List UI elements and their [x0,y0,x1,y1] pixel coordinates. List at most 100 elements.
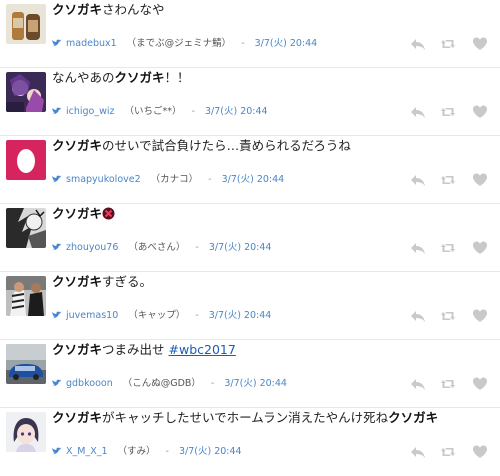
tweet-meta: juvemas10 （キャップ） -3/7(火) 20:44 [52,310,400,322]
favorite-heart-icon[interactable] [472,172,488,188]
tweet-text: クソガキがキャッチしたせいでホームラン消えたやんけ死ねクソガキ [52,410,439,425]
tweet-actions [408,104,492,120]
twitter-bird-icon [52,447,62,455]
tweet-text: クソガキすぎる。 [52,274,153,289]
tweet-item: クソガキがキャッチしたせいでホームラン消えたやんけ死ねクソガキ X_M_X_1 （… [0,408,500,476]
reply-icon[interactable] [410,172,426,188]
tweet-meta: smapyukolove2 （カナコ） -3/7(火) 20:44 [52,174,400,186]
favorite-heart-icon[interactable] [472,376,488,392]
tweet-feed: クソガキさわんなや madebux1 （までぶ@ジェミナ鯖） -3/7(火) 20:… [0,0,500,476]
retweet-icon[interactable] [440,172,456,188]
username-link[interactable]: zhouyou76 [66,242,118,253]
username-link[interactable]: gdbkooon [66,378,113,389]
reply-icon[interactable] [410,240,426,256]
separator: - [210,378,215,389]
avatar[interactable] [6,140,46,180]
timestamp-link[interactable]: 3/7(火) 20:44 [209,310,272,321]
username-link[interactable]: X_M_X_1 [66,446,108,457]
twitter-bird-icon [52,175,62,183]
retweet-icon[interactable] [440,376,456,392]
username-link[interactable]: ichigo_wiz [66,106,115,117]
tweet-meta: gdbkooon （こんぬ@GDB） -3/7(火) 20:44 [52,378,400,390]
avatar[interactable] [6,344,46,384]
avatar[interactable] [6,4,46,44]
cross-mark-icon [102,207,115,220]
nickname: （こんぬ@GDB） [122,378,201,389]
tweet-actions [408,240,492,256]
tweet-meta: zhouyou76 （あべさん） -3/7(火) 20:44 [52,242,400,254]
reply-icon[interactable] [410,36,426,52]
timestamp-link[interactable]: 3/7(火) 20:44 [255,38,318,49]
favorite-heart-icon[interactable] [472,36,488,52]
retweet-icon[interactable] [440,444,456,460]
tweet-text: クソガキさわんなや [52,2,165,17]
nickname: （すみ） [117,446,156,457]
avatar[interactable] [6,276,46,316]
nickname: （カナコ） [150,174,199,185]
timestamp-link[interactable]: 3/7(火) 20:44 [222,174,285,185]
hashtag-link[interactable]: #wbc2017 [169,342,236,357]
twitter-bird-icon [52,311,62,319]
timestamp-link[interactable]: 3/7(火) 20:44 [205,106,268,117]
tweet-item: クソガキさわんなや madebux1 （までぶ@ジェミナ鯖） -3/7(火) 20:… [0,0,500,68]
nickname: （いちご**） [124,106,182,117]
keyword: クソガキ [52,206,103,221]
timestamp-link[interactable]: 3/7(火) 20:44 [179,446,242,457]
separator: - [208,174,212,185]
reply-icon[interactable] [410,104,426,120]
tweet-actions [408,444,492,460]
nickname: （あべさん） [128,242,186,253]
favorite-heart-icon[interactable] [472,308,488,324]
username-link[interactable]: madebux1 [66,38,117,49]
tweet-actions [408,36,492,52]
timestamp-link[interactable]: 3/7(火) 20:44 [209,242,272,253]
retweet-icon[interactable] [440,308,456,324]
keyword: クソガキ [52,410,103,425]
keyword: クソガキ [52,274,103,289]
favorite-heart-icon[interactable] [472,444,488,460]
separator: - [195,310,199,321]
tweet-text: クソガキ [52,206,492,222]
tweet-actions [408,376,492,392]
tweet-text: クソガキのせいで試合負けたら…責められるだろうね [52,138,351,153]
timestamp-link[interactable]: 3/7(火) 20:44 [224,378,287,389]
tweet-actions [408,172,492,188]
favorite-heart-icon[interactable] [472,240,488,256]
retweet-icon[interactable] [440,240,456,256]
tweet-text: なんやあのクソガキ！！ [52,70,190,85]
twitter-bird-icon [52,243,62,251]
favorite-heart-icon[interactable] [472,104,488,120]
username-link[interactable]: smapyukolove2 [66,174,141,185]
tweet-text: クソガキつまみ出せ #wbc2017 [52,342,236,357]
reply-icon[interactable] [410,444,426,460]
username-link[interactable]: juvemas10 [66,310,118,321]
separator: - [195,242,199,253]
separator: - [165,446,169,457]
keyword: クソガキ [388,410,439,425]
twitter-bird-icon [52,107,62,115]
avatar[interactable] [6,412,46,452]
keyword: クソガキ [114,70,165,85]
nickname: （までぶ@ジェミナ鯖） [126,38,232,49]
reply-icon[interactable] [410,376,426,392]
tweet-meta: X_M_X_1 （すみ） -3/7(火) 20:44 [52,446,400,458]
tweet-item: クソガキすぎる。 juvemas10 （キャップ） -3/7(火) 20:44 [0,272,500,340]
tweet-item: クソガキのせいで試合負けたら…責められるだろうね smapyukolove2 （カ… [0,136,500,204]
tweet-item: なんやあのクソガキ！！ ichigo_wiz （いちご**） -3/7(火) 20:… [0,68,500,136]
tweet-meta: madebux1 （までぶ@ジェミナ鯖） -3/7(火) 20:44 [52,38,400,50]
twitter-bird-icon [52,39,62,47]
tweet-item: クソガキつまみ出せ #wbc2017 gdbkooon （こんぬ@GDB） -3/7… [0,340,500,408]
separator: - [241,38,245,49]
twitter-bird-icon [52,379,62,387]
retweet-icon[interactable] [440,104,456,120]
tweet-meta: ichigo_wiz （いちご**） -3/7(火) 20:44 [52,106,400,118]
keyword: クソガキ [52,138,103,153]
reply-icon[interactable] [410,308,426,324]
retweet-icon[interactable] [440,36,456,52]
avatar[interactable] [6,208,46,248]
keyword: クソガキ [52,342,103,357]
tweet-item: クソガキ zhouyou76 （あべさん） -3/7(火) 20:44 [0,204,500,272]
nickname: （キャップ） [128,310,186,321]
avatar[interactable] [6,72,46,112]
keyword: クソガキ [52,2,103,17]
